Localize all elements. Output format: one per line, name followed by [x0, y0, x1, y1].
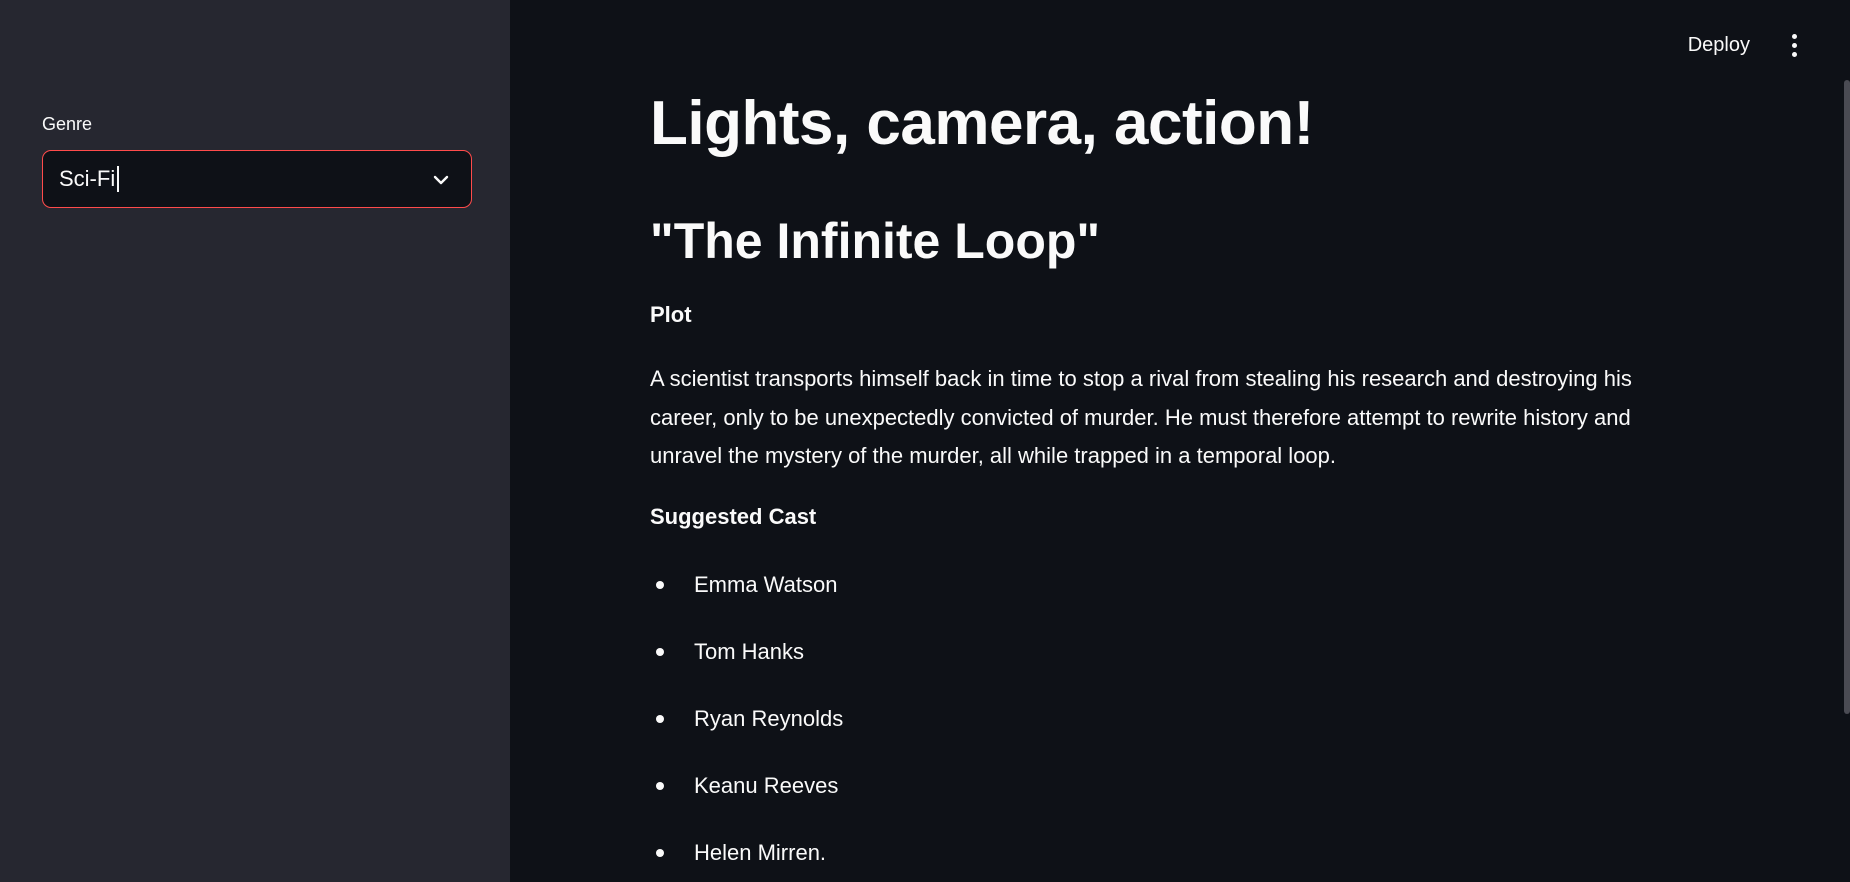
menu-dot [1791, 51, 1797, 57]
app-root: Genre Sci-Fi Deploy Lights, camera, acti… [0, 0, 1850, 882]
menu-dot [1791, 33, 1797, 39]
list-item: Helen Mirren. [650, 833, 843, 882]
genre-label: Genre [42, 114, 93, 134]
main-content: Deploy Lights, camera, action! "The Infi… [510, 0, 1850, 882]
deploy-button[interactable]: Deploy [1682, 30, 1756, 61]
chevron-down-icon[interactable] [431, 170, 451, 190]
cast-list: Emma Watson Tom Hanks Ryan Reynolds Kean… [650, 565, 843, 882]
movie-title: "The Infinite Loop" [650, 213, 1101, 269]
list-item: Tom Hanks [650, 632, 843, 699]
plot-text: A scientist transports himself back in t… [650, 366, 1632, 468]
scrollbar[interactable] [1844, 80, 1850, 714]
text-cursor [117, 166, 119, 192]
genre-select-value: Sci-Fi [59, 166, 116, 191]
list-item: Ryan Reynolds [650, 699, 843, 766]
cast-heading: Suggested Cast [650, 504, 817, 529]
menu-dot [1791, 42, 1797, 48]
page-title: Lights, camera, action! [650, 89, 1314, 158]
list-item: Keanu Reeves [650, 766, 843, 833]
plot-heading: Plot [650, 302, 692, 327]
list-item: Emma Watson [650, 565, 843, 632]
app-header: Deploy [1550, 0, 1850, 90]
vertical-ellipsis-icon[interactable] [1782, 30, 1806, 60]
sidebar: Genre Sci-Fi [0, 0, 510, 882]
genre-select[interactable]: Sci-Fi [42, 150, 472, 208]
